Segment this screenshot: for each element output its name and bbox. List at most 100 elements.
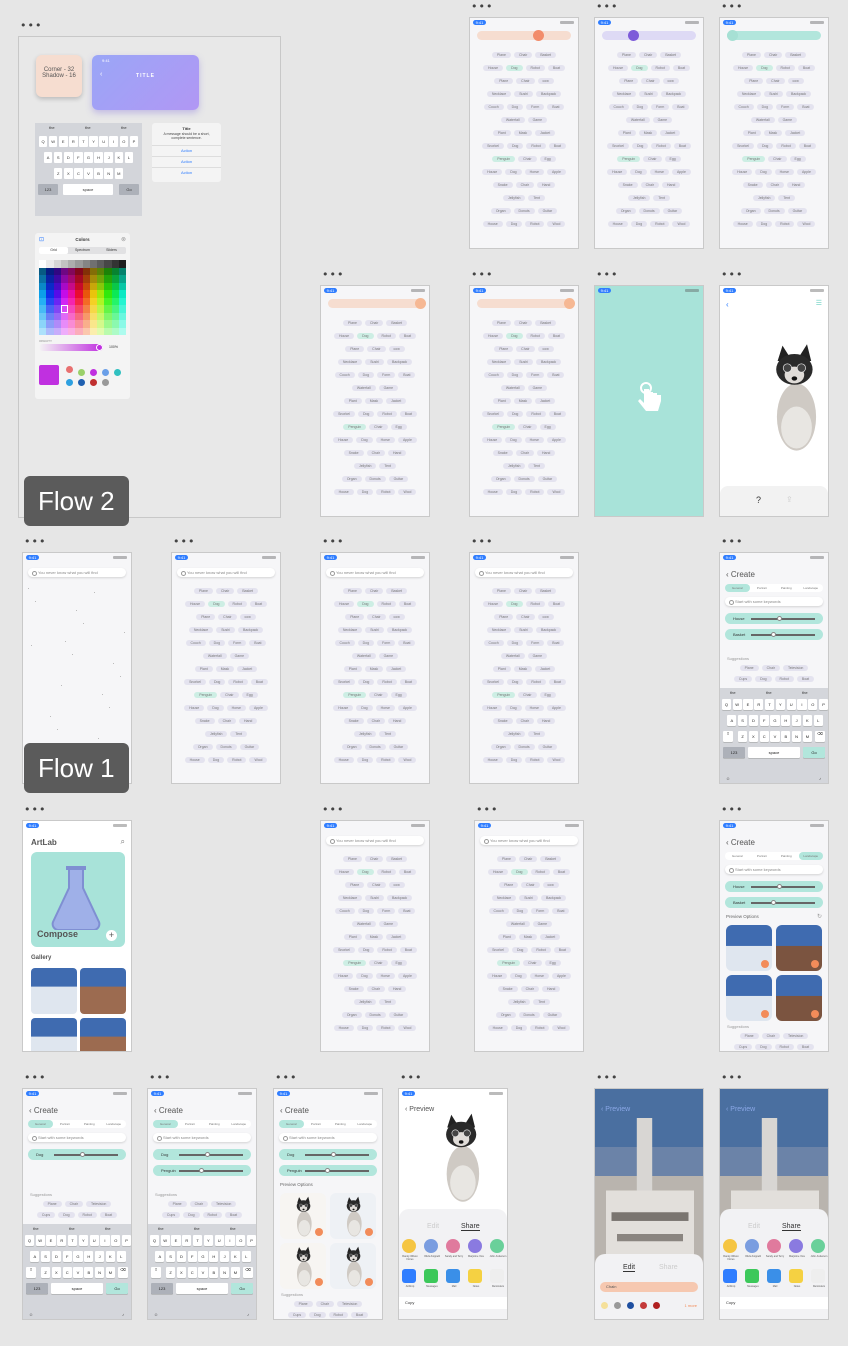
frame-menu-icon[interactable]: •••: [471, 536, 493, 547]
word-chip[interactable]: House: [732, 64, 754, 71]
word-chip[interactable]: Chair: [369, 423, 388, 430]
word-chip[interactable]: Snorkel: [333, 678, 355, 685]
key-h[interactable]: H: [94, 152, 103, 163]
slider-knob[interactable]: [628, 30, 640, 41]
key-v[interactable]: V: [198, 1267, 208, 1278]
color-cell[interactable]: [97, 312, 105, 320]
keyboard-suggestion[interactable]: the: [766, 690, 772, 695]
color-cell[interactable]: [46, 267, 54, 275]
word-chip[interactable]: Mask: [518, 933, 538, 940]
keyword-search-input[interactable]: Start with some keywords: [725, 865, 823, 874]
tab-general[interactable]: General: [153, 1120, 178, 1128]
key-b[interactable]: B: [209, 1267, 219, 1278]
suggestion-chip[interactable]: Chair: [189, 1200, 208, 1207]
word-chip[interactable]: Chair: [364, 587, 384, 594]
word-chip[interactable]: Robot: [376, 1024, 396, 1031]
word-chip[interactable]: Egg: [390, 691, 407, 698]
word-chip[interactable]: Robot: [377, 410, 397, 417]
color-cell[interactable]: [75, 327, 83, 335]
word-chip[interactable]: Necklace: [337, 358, 363, 365]
color-cell[interactable]: [75, 260, 83, 268]
color-cell[interactable]: [111, 320, 119, 328]
word-chip[interactable]: House: [487, 868, 509, 875]
word-chip[interactable]: Egg: [241, 691, 258, 698]
color-cell[interactable]: [118, 327, 126, 335]
color-cell[interactable]: [53, 297, 61, 305]
close-icon[interactable]: ⊗: [121, 236, 126, 243]
frame-menu-icon[interactable]: •••: [149, 1072, 171, 1083]
word-chip[interactable]: House: [184, 756, 205, 763]
color-cell[interactable]: [104, 260, 112, 268]
key-d[interactable]: D: [176, 1251, 186, 1262]
gallery-thumbnail[interactable]: [31, 1018, 77, 1051]
word-chip[interactable]: Boat: [399, 946, 417, 953]
color-cell[interactable]: [46, 275, 54, 283]
word-chip[interactable]: Robot: [525, 756, 545, 763]
word-chip[interactable]: Hand: [387, 717, 407, 724]
color-cell[interactable]: [46, 260, 54, 268]
word-chip[interactable]: Guitar: [537, 475, 558, 482]
word-chip[interactable]: Sushi: [216, 626, 235, 633]
frame-menu-icon[interactable]: •••: [173, 536, 195, 547]
slider-knob[interactable]: [415, 298, 427, 309]
word-chip[interactable]: Boat: [547, 371, 565, 378]
word-chip[interactable]: Plane: [619, 77, 639, 84]
suggestion-chip[interactable]: Television: [336, 1300, 363, 1307]
contact-avatar[interactable]: [490, 1239, 504, 1253]
word-chip[interactable]: Robot: [525, 488, 545, 495]
word-chip[interactable]: Snake: [492, 717, 513, 724]
color-cell[interactable]: [46, 305, 54, 313]
word-chip[interactable]: Snorkel: [487, 946, 509, 953]
word-chip[interactable]: Jellyfish: [353, 730, 377, 737]
word-chip[interactable]: Form: [377, 907, 396, 914]
color-chip[interactable]: [640, 1302, 647, 1309]
word-chip[interactable]: Wool: [547, 488, 566, 495]
color-cell[interactable]: [68, 297, 76, 305]
key-s[interactable]: S: [53, 152, 63, 163]
word-chip[interactable]: Mask: [513, 397, 533, 404]
word-chip[interactable]: Form: [651, 103, 670, 110]
word-chip[interactable]: Snorkel: [482, 678, 504, 685]
word-chip[interactable]: Donuts: [364, 743, 386, 750]
word-chip[interactable]: Jellyfish: [502, 730, 526, 737]
word-chip[interactable]: Robot: [526, 142, 546, 149]
alert-action-2[interactable]: Action: [152, 156, 221, 167]
word-chip[interactable]: Boat: [398, 600, 417, 607]
color-cell[interactable]: [118, 267, 126, 275]
word-chip[interactable]: Hand: [536, 449, 556, 456]
key-o[interactable]: O: [119, 136, 129, 147]
word-chip[interactable]: Boat: [548, 142, 566, 149]
word-chip[interactable]: Boat: [547, 103, 565, 110]
word-chip[interactable]: Jacket: [660, 129, 681, 136]
app-icon[interactable]: [745, 1269, 759, 1283]
word-chip[interactable]: Robot: [377, 678, 397, 685]
frame-menu-icon[interactable]: •••: [322, 804, 344, 815]
keyword-slider[interactable]: Dog: [279, 1149, 377, 1160]
word-chip[interactable]: Chair: [513, 51, 533, 58]
word-chip[interactable]: Dog: [511, 907, 529, 914]
saved-swatch[interactable]: [114, 369, 121, 376]
word-chip[interactable]: Game: [527, 384, 548, 391]
slider-knob[interactable]: [331, 1152, 336, 1157]
word-chip[interactable]: Donuts: [638, 207, 660, 214]
keyword-search-input[interactable]: Start with some keywords: [279, 1133, 377, 1142]
key-u[interactable]: U: [786, 699, 796, 710]
word-chip[interactable]: Dog: [755, 220, 773, 227]
frame-menu-icon[interactable]: •••: [476, 804, 498, 815]
word-chip[interactable]: Robot: [525, 64, 545, 71]
contact-avatar[interactable]: [402, 1239, 416, 1253]
key-f[interactable]: F: [759, 715, 769, 726]
color-cell[interactable]: [104, 297, 112, 305]
key-w[interactable]: W: [732, 699, 742, 710]
color-cell[interactable]: [60, 327, 68, 335]
word-chip[interactable]: Couch: [334, 371, 355, 378]
word-chip[interactable]: Chair: [515, 181, 534, 188]
suggestion-chip[interactable]: Robot: [202, 1211, 222, 1218]
word-chip[interactable]: Dog: [506, 332, 523, 339]
word-chip[interactable]: Waterfall: [750, 116, 775, 123]
frame-menu-icon[interactable]: •••: [721, 269, 743, 280]
key-k[interactable]: K: [114, 152, 124, 163]
compose-card[interactable]: Compose +: [31, 852, 125, 947]
frame-menu-icon[interactable]: •••: [322, 269, 344, 280]
key-j[interactable]: J: [104, 152, 113, 163]
